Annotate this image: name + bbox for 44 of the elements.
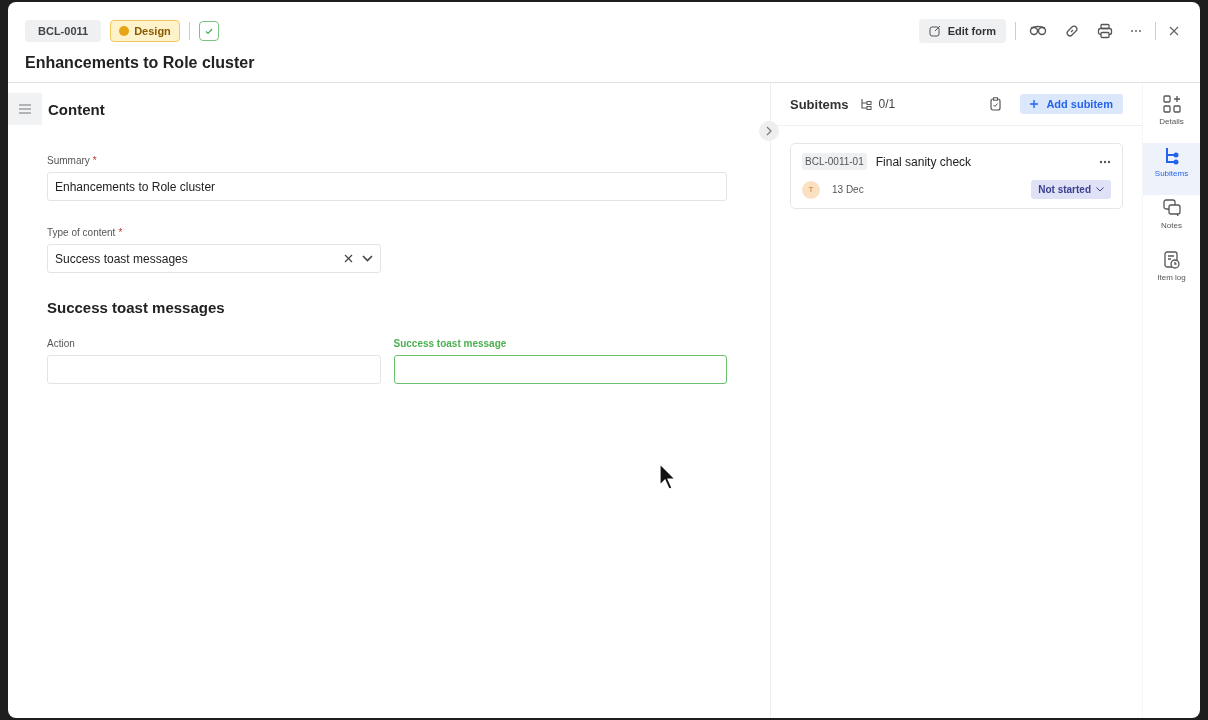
category-tag[interactable]: Design	[110, 20, 180, 42]
rail-tab[interactable]: Subitems	[1143, 143, 1200, 195]
avatar: T	[802, 180, 820, 199]
field-label: Action	[47, 338, 75, 349]
check-icon	[203, 26, 214, 36]
field-label: Type of content	[47, 227, 116, 238]
item-id-chip: BCL-0011	[25, 20, 102, 42]
plus-icon	[1030, 100, 1039, 108]
rail-tab[interactable]: Item log	[1143, 247, 1200, 299]
subitem-id-chip: BCL-0011-01	[802, 153, 867, 170]
document-clock-icon	[1163, 251, 1180, 269]
summary-input[interactable]: Enhancements to Role cluster	[47, 172, 727, 201]
content-type-select[interactable]: Success toast messages	[47, 244, 381, 273]
field-label: Summary	[47, 155, 90, 166]
subitem-card[interactable]: BCL-0011-01 Final sanity check T 13 Dec Not started	[790, 143, 1123, 209]
subitem-title: Final sanity check	[875, 154, 972, 169]
status-dropdown[interactable]: Not started	[1031, 180, 1111, 199]
hierarchy-icon	[859, 98, 872, 110]
edit-icon	[928, 25, 941, 37]
section-heading: Success toast messages	[47, 299, 226, 316]
chat-bubbles-icon	[1162, 199, 1181, 217]
mouse-cursor-icon	[659, 463, 677, 491]
field-label: Success toast message	[393, 338, 507, 349]
subitem-count: 0/1	[878, 97, 896, 111]
more-icon[interactable]	[1099, 159, 1111, 164]
item-title: Enhancements to Role cluster	[25, 54, 256, 72]
due-date: 13 Dec	[832, 184, 864, 195]
done-checkbox[interactable]	[198, 21, 219, 41]
required-asterisk: *	[118, 227, 123, 238]
text-input[interactable]	[393, 355, 727, 384]
edit-form-button[interactable]: Edit form	[918, 19, 1006, 43]
rail-tab[interactable]: Details	[1143, 91, 1200, 143]
rail-tab[interactable]: Notes	[1143, 195, 1200, 247]
add-subitem-button[interactable]: Add subitem	[1020, 94, 1123, 114]
clipboard-check-icon[interactable]	[990, 97, 1002, 111]
panel-title: Subitems	[790, 96, 849, 112]
required-asterisk: *	[92, 155, 97, 166]
grid-plus-icon	[1162, 95, 1181, 113]
section-heading: Content	[48, 100, 105, 118]
chevron-down-icon	[1096, 187, 1104, 192]
chevron-down-icon[interactable]	[362, 255, 373, 262]
chevron-right-icon	[766, 126, 772, 136]
hierarchy-icon	[1163, 147, 1180, 165]
clear-icon[interactable]	[344, 254, 353, 263]
